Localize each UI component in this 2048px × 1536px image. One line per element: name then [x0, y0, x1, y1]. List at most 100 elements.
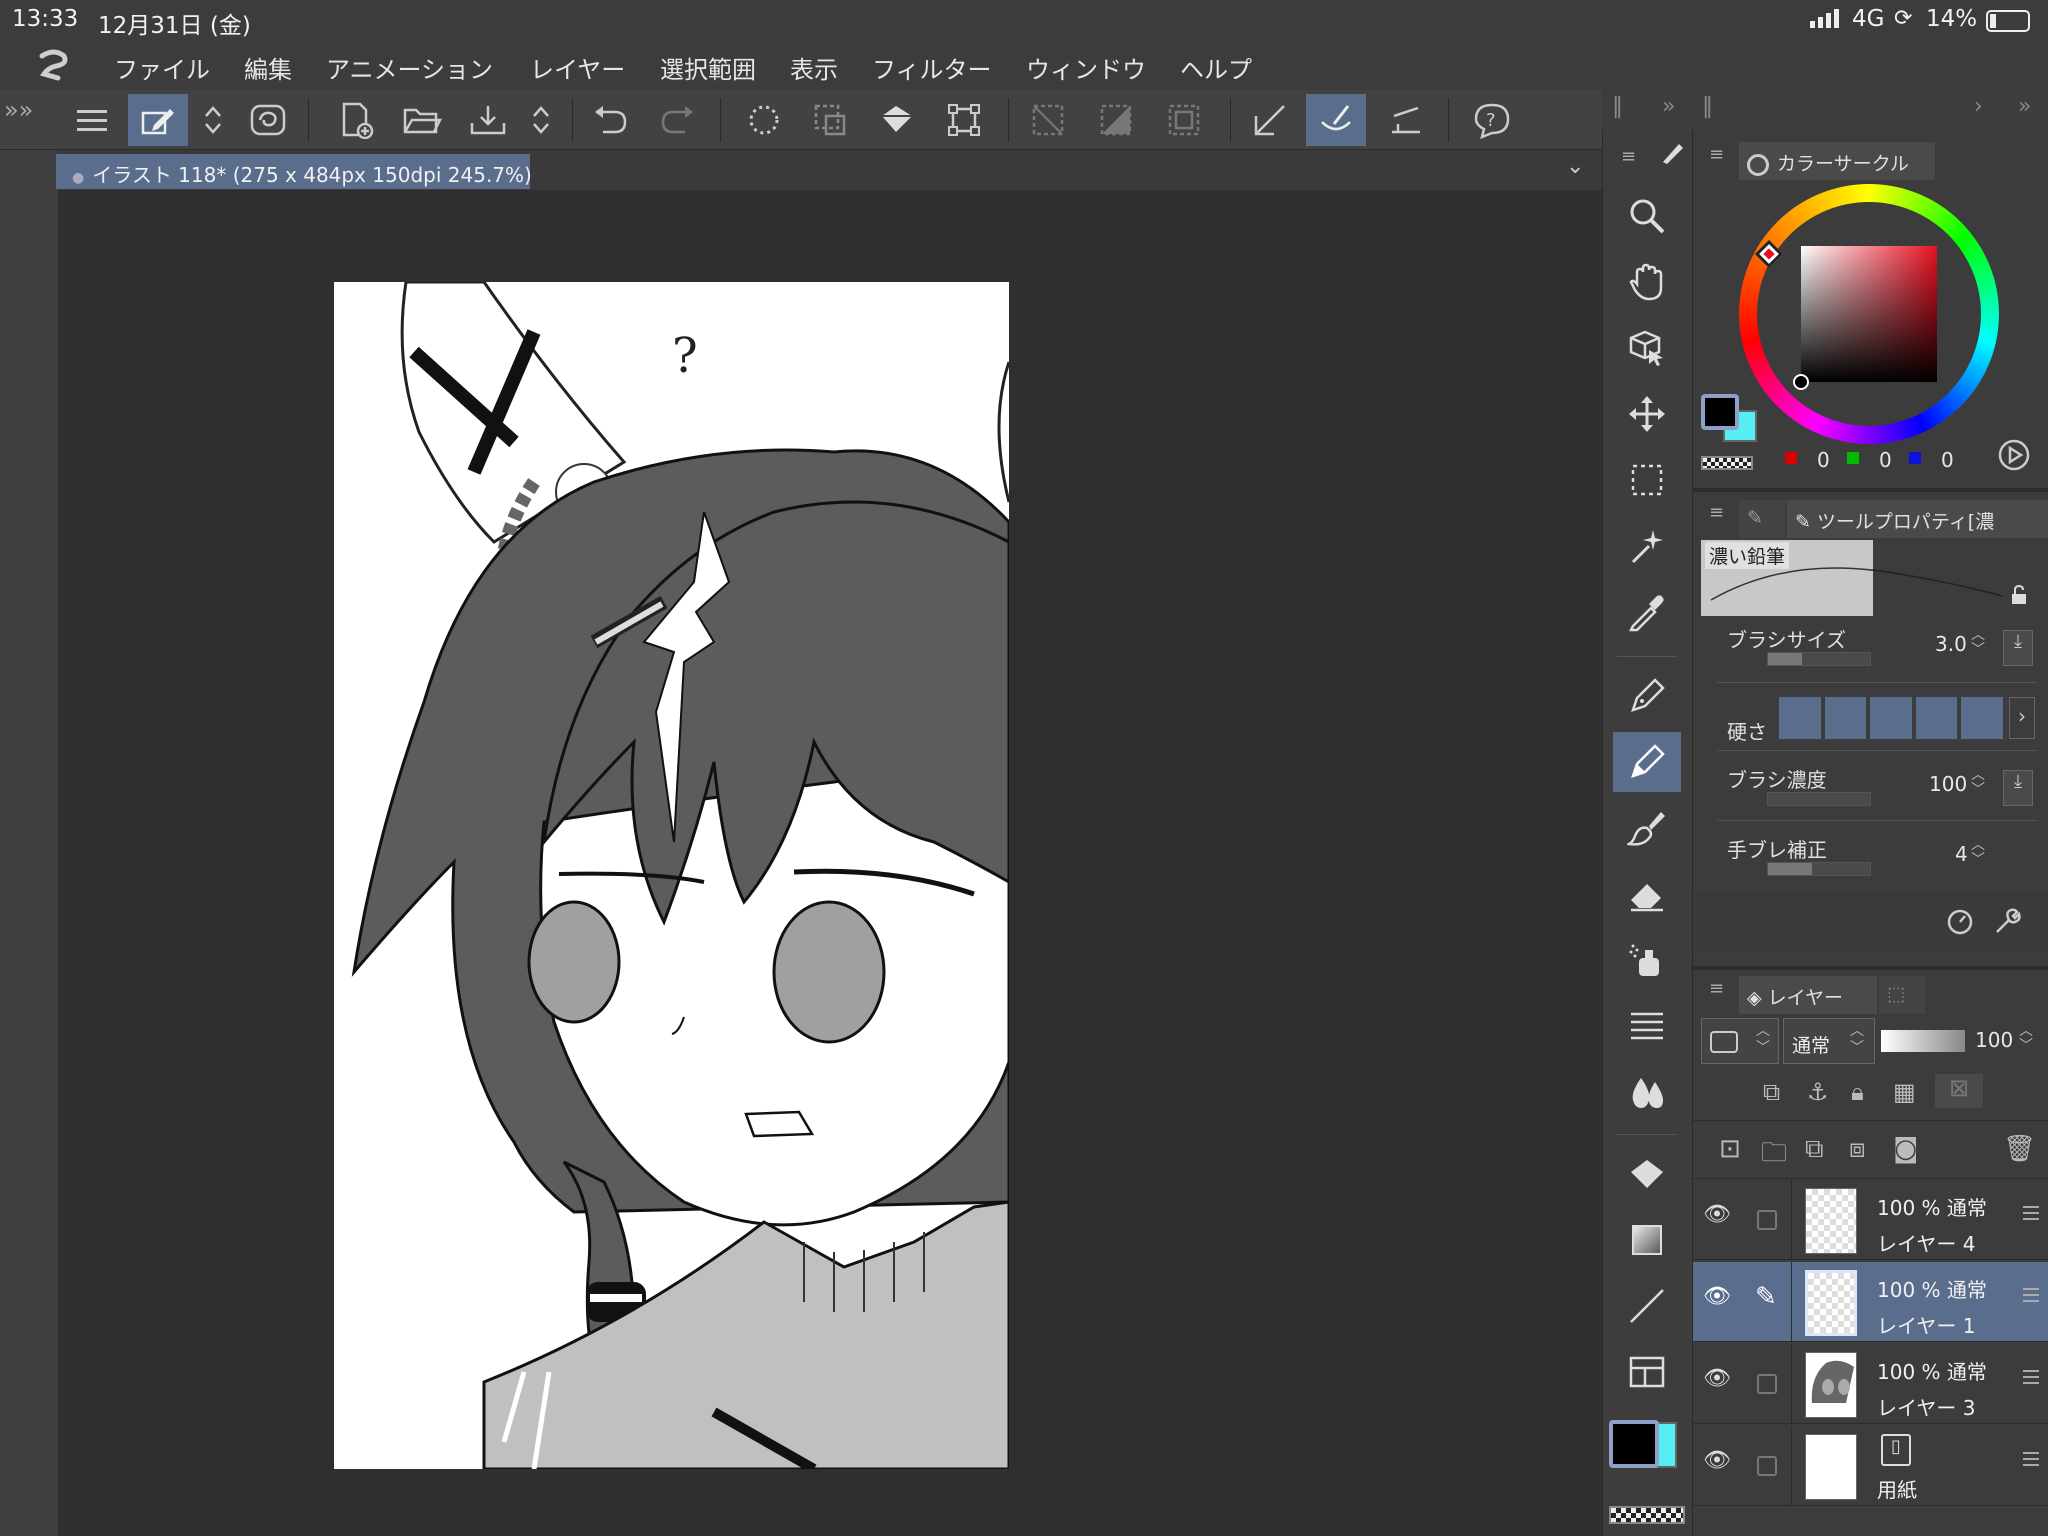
play-icon[interactable] [1997, 438, 2031, 476]
dock-grip-icon[interactable]: ‖ [1702, 94, 1713, 119]
deselect-icon[interactable] [734, 94, 794, 146]
menu-icon[interactable] [62, 94, 122, 146]
layer-handle-icon[interactable] [2023, 1452, 2039, 1466]
blend-tool-icon[interactable] [1613, 1062, 1681, 1122]
stepper-icon[interactable]: ︿ ﹀ [1971, 838, 1985, 868]
new-canvas-icon[interactable] [326, 94, 386, 146]
document-tab[interactable]: ● イラスト 118* (275 x 484px 150dpi 245.7%) [56, 154, 532, 189]
hardness-level-3[interactable] [1870, 697, 1912, 739]
lock-transparency-icon[interactable]: ▦ [1893, 1078, 1916, 1106]
dock-grip-icon[interactable]: ‖ [1612, 94, 1623, 119]
layer-handle-icon[interactable] [2023, 1370, 2039, 1384]
new-folder-icon[interactable]: 🗀︎ [1761, 1134, 1787, 1178]
updown-icon[interactable] [186, 94, 240, 146]
transparent-chip[interactable] [1701, 456, 1753, 470]
layer-handle-icon[interactable] [2023, 1288, 2039, 1302]
hardness-level-4[interactable] [1915, 697, 1958, 739]
fill-icon[interactable] [866, 94, 926, 146]
menu-edit[interactable]: 編集 [244, 50, 292, 85]
pen-tab-icon[interactable] [1659, 140, 1685, 170]
mask-off-icon[interactable]: ⊠ [1935, 1074, 1983, 1108]
eye-icon[interactable]: 👁︎ [1703, 1366, 1731, 1391]
menu-view[interactable]: 表示 [790, 50, 838, 85]
clip-layer-icon[interactable]: ⧉ [1763, 1078, 1780, 1106]
layer-select-checkbox[interactable] [1757, 1210, 1777, 1230]
chevron-right-icon[interactable]: › [1974, 94, 1983, 119]
density-slider[interactable] [1767, 792, 1871, 806]
menu-layer[interactable]: レイヤー [530, 50, 625, 85]
stabilization-value[interactable]: 4 [1955, 842, 1968, 866]
color-picker-handle[interactable] [1793, 374, 1809, 390]
layer-row[interactable]: 👁︎ 100 % 通常 レイヤー 3 [1693, 1344, 2048, 1424]
snap-special-ruler-icon[interactable] [1306, 94, 1366, 146]
clear-selection-icon[interactable] [1018, 94, 1078, 146]
hardness-level-2[interactable] [1824, 697, 1867, 739]
main-color-swatch[interactable] [1609, 1420, 1659, 1468]
hardness-selector[interactable] [1779, 697, 2003, 739]
select-border-icon[interactable] [1154, 94, 1214, 146]
stepper-icon[interactable]: ︿ ﹀ [2019, 1024, 2033, 1054]
wrench-icon[interactable] [1991, 906, 2021, 940]
object-tool-icon[interactable] [1613, 318, 1681, 378]
chevron-down-icon[interactable]: ⌄ [1566, 154, 1584, 179]
sub-tool-tab[interactable]: ✎ [1739, 500, 1785, 538]
panel-menu-icon[interactable]: ≡ [1621, 146, 1636, 167]
decoration-tool-icon[interactable] [1613, 996, 1681, 1056]
layer-row[interactable]: 👁︎ 100 % 通常 レイヤー 4 [1693, 1180, 2048, 1260]
blend-mode-select[interactable]: 通常 ︿ ﹀ [1783, 1018, 1875, 1064]
open-folder-icon[interactable] [392, 94, 452, 146]
reference-layer-icon[interactable]: ⚓ [1807, 1078, 1829, 1106]
transform-icon[interactable] [934, 94, 994, 146]
magic-wand-icon[interactable] [1613, 516, 1681, 576]
layer-handle-icon[interactable] [2023, 1206, 2039, 1220]
swirl-icon[interactable] [238, 94, 298, 146]
eye-icon[interactable]: 👁︎ [1703, 1448, 1731, 1473]
brush-preview[interactable]: 濃い鉛筆 [1701, 540, 2022, 616]
collapse-icon[interactable]: » [2018, 94, 2031, 119]
blend-shape-select[interactable]: ︿ ﹀ [1701, 1018, 1779, 1064]
pencil-tool-icon[interactable] [1613, 732, 1681, 792]
chevron-right-icon[interactable]: › [2009, 697, 2035, 739]
eyedropper-icon[interactable] [1613, 582, 1681, 642]
brush-tool-icon[interactable] [1613, 798, 1681, 858]
hand-tool-icon[interactable] [1613, 252, 1681, 312]
snap-grid-icon[interactable] [1376, 94, 1436, 146]
selection-tool-icon[interactable] [1613, 450, 1681, 510]
delete-layer-icon[interactable]: 🗑︎ [2003, 1134, 2036, 1164]
main-color-chip[interactable] [1701, 394, 1739, 430]
layer-select-checkbox[interactable] [1757, 1374, 1777, 1394]
download-settings-icon[interactable]: ⤓ [2003, 630, 2033, 666]
lock-icon[interactable] [2009, 584, 2029, 610]
eye-icon[interactable]: 👁︎ [1703, 1202, 1731, 1227]
redo-icon[interactable] [648, 94, 708, 146]
layer-opacity-value[interactable]: 100 [1975, 1028, 2013, 1052]
eraser-tool-icon[interactable] [1613, 864, 1681, 924]
menu-file[interactable]: ファイル [114, 50, 210, 85]
color-circle-tab[interactable]: カラーサークル [1739, 142, 1935, 180]
collapse-icon[interactable]: » [1662, 94, 1675, 119]
panel-menu-icon[interactable]: ≡ [1709, 978, 1724, 999]
ruler-snap-icon[interactable] [1240, 94, 1300, 146]
stabilization-slider[interactable] [1767, 862, 1871, 876]
stepper-icon[interactable]: ︿ ﹀ [1971, 768, 1985, 798]
menu-help[interactable]: ヘルプ [1180, 50, 1252, 85]
layer-property-tab[interactable]: ⬚ [1879, 976, 1925, 1014]
new-raster-layer-icon[interactable]: ⊡ [1719, 1134, 1741, 1164]
transparent-color-swatch[interactable] [1609, 1506, 1685, 1524]
menu-window[interactable]: ウィンドウ [1026, 50, 1146, 85]
tool-property-tab[interactable]: ✎ ツールプロパティ[濃 [1787, 500, 2048, 538]
fill-tool-icon[interactable] [1613, 1144, 1681, 1204]
gradient-tool-icon[interactable] [1613, 1210, 1681, 1270]
layer-mask-icon[interactable]: ◙ [1893, 1134, 1918, 1164]
frame-tool-icon[interactable] [1613, 1342, 1681, 1402]
eye-icon[interactable]: 👁︎ [1703, 1284, 1731, 1309]
hardness-level-5[interactable] [1961, 697, 2003, 739]
menu-filter[interactable]: フィルター [872, 50, 992, 85]
download-settings-icon[interactable]: ⤓ [2003, 770, 2033, 806]
density-value[interactable]: 100 [1929, 772, 1967, 796]
lock-layer-icon[interactable]: 🔒︎ [1851, 1078, 1864, 1106]
canvas-paper[interactable]: ? [334, 282, 1009, 1469]
stepper-icon[interactable]: ︿ ﹀ [1971, 628, 1985, 658]
timer-icon[interactable] [1945, 906, 1975, 940]
copy-layer-icon[interactable]: ⧉ [1805, 1134, 1824, 1165]
